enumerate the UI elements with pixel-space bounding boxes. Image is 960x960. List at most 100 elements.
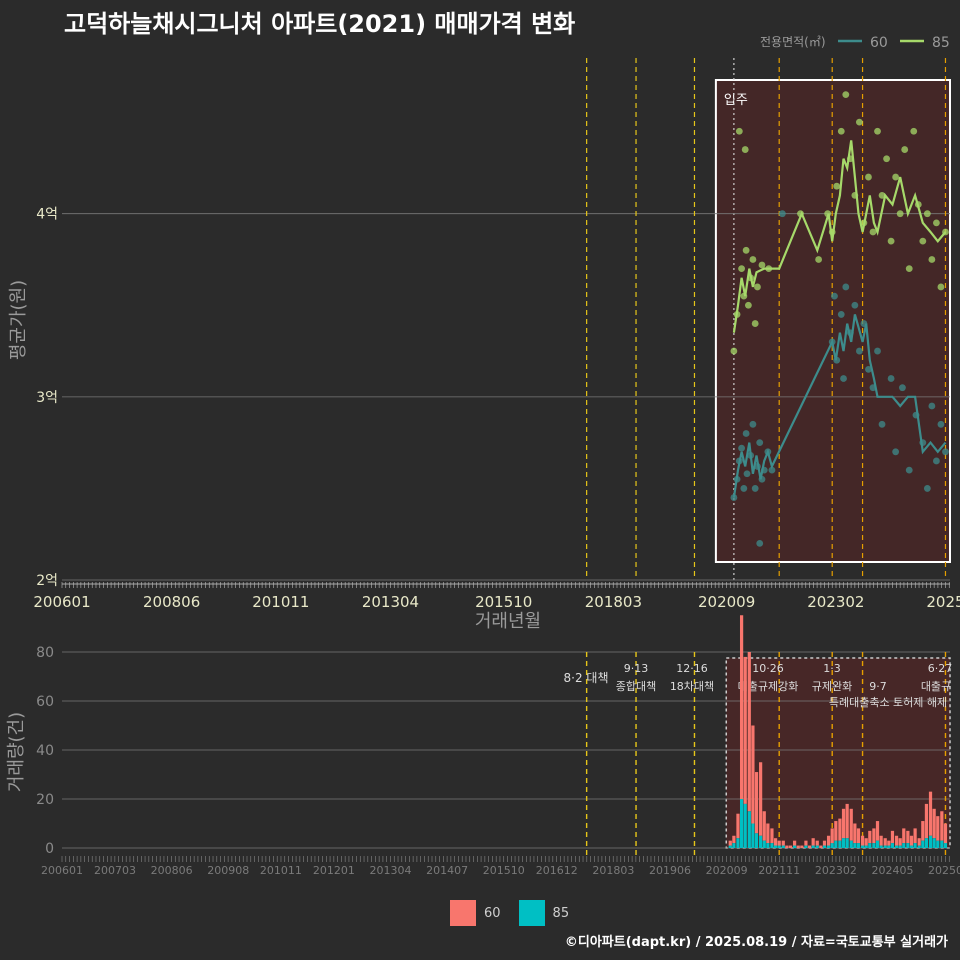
volume-bar-85-32: [849, 840, 853, 848]
price-ytick-1: 3억: [36, 390, 58, 406]
volume-bar-85-20: [804, 845, 808, 848]
price-point-60-21: [840, 375, 847, 382]
volume-xtick-2: 200806: [151, 864, 193, 877]
volume-bar-85-50: [917, 845, 921, 848]
volume-bar-85-22: [811, 845, 815, 848]
price-point-60-29: [874, 347, 881, 355]
price-point-85-19: [837, 127, 845, 135]
volume-bar-60-50: [917, 838, 921, 846]
volume-xtick-9: 201612: [536, 864, 578, 877]
policy-num-3: 10·26: [752, 662, 784, 675]
volume-bar-60-42: [887, 840, 891, 846]
volume-bar-60-4: [743, 656, 747, 804]
volume-bar-85-17: [792, 845, 797, 848]
volume-bar-60-40: [879, 835, 883, 846]
price-point-85-31: [892, 173, 900, 181]
price-point-60-41: [942, 448, 949, 456]
price-point-60-37: [923, 485, 931, 492]
price-xtick-7: 202302: [807, 593, 864, 611]
volume-bar-60-15: [785, 845, 789, 848]
price-point-60-39: [933, 457, 940, 465]
price-x-axis-label: 거래년월: [475, 611, 541, 632]
price-point-60-18: [831, 292, 838, 300]
price-point-85-41: [937, 283, 945, 291]
volume-bar-85-41: [883, 845, 887, 848]
volume-bar-85-31: [845, 838, 849, 848]
volume-xtick-8: 201510: [483, 864, 525, 877]
volume-bar-60-7: [754, 772, 759, 834]
volume-bar-85-44: [894, 845, 899, 848]
price-point-85-25: [865, 173, 872, 181]
volume-bar-85-25: [822, 845, 827, 848]
occupancy-label: 입주: [724, 93, 748, 108]
volume-bar-85-29: [838, 840, 842, 848]
price-point-60-25: [855, 347, 863, 355]
legend-entry-60: 60: [870, 35, 888, 51]
volume-bar-85-14: [781, 845, 785, 848]
volume-xtick-10: 201803: [592, 864, 634, 877]
price-xtick-3: 201304: [362, 593, 419, 611]
volume-bar-60-55: [936, 816, 940, 841]
price-point-85-26: [869, 228, 877, 236]
volume-bar-60-1: [732, 835, 736, 844]
volume-bar-60-21: [807, 845, 812, 848]
price-point-85-0: [730, 347, 738, 355]
volume-bar-60-5: [747, 652, 751, 812]
price-xtick-8: 2025: [926, 593, 960, 611]
volume-xtick-7: 201407: [426, 864, 468, 877]
volume-bar-60-48: [909, 835, 914, 846]
volume-bar-60-43: [890, 830, 895, 844]
price-point-60-33: [899, 384, 906, 392]
volume-ytick-2: 40: [36, 743, 54, 759]
volume-bar-60-34: [856, 828, 861, 844]
volume-bar-60-32: [849, 808, 853, 841]
volume-bar-85-38: [872, 843, 876, 848]
volume-bar-85-56: [940, 840, 944, 848]
price-point-60-22: [842, 283, 850, 291]
volume-bar-60-26: [826, 835, 831, 846]
volume-y-axis-label: 거래량(건): [6, 712, 27, 792]
volume-bar-60-14: [781, 840, 785, 846]
volume-bar-85-51: [921, 840, 925, 848]
volume-bar-85-26: [826, 845, 831, 848]
volume-bar-60-8: [759, 762, 763, 836]
volume-bar-60-18: [796, 845, 800, 848]
volume-bar-60-52: [924, 803, 929, 839]
volume-xtick-15: 202405: [871, 864, 913, 877]
volume-bar-60-11: [770, 828, 774, 844]
price-point-85-29: [883, 155, 890, 163]
volume-bar-60-24: [819, 845, 823, 848]
volume-bar-60-46: [902, 828, 906, 844]
price-point-85-20: [842, 91, 850, 99]
volume-ytick-3: 60: [36, 694, 54, 710]
price-point-85-10: [751, 320, 759, 327]
legend-swatch-85: [518, 900, 545, 926]
volume-bar-85-55: [936, 840, 940, 848]
volume-xtick-11: 201906: [649, 864, 691, 877]
price-point-85-15: [815, 256, 823, 263]
volume-bar-60-31: [845, 803, 849, 839]
price-point-60-6: [743, 470, 751, 478]
price-point-85-12: [758, 261, 766, 269]
volume-bar-60-56: [940, 811, 944, 841]
volume-bar-85-2: [736, 838, 740, 848]
volume-bar-85-0: [728, 845, 732, 848]
price-point-60-4: [740, 485, 748, 492]
volume-bar-60-37: [868, 830, 872, 844]
volume-ytick-4: 80: [36, 645, 54, 661]
price-chart: 입주 2억 3억 4억 200601 200806 201011 201304 201510 20…: [8, 58, 960, 632]
volume-bar-85-10: [766, 843, 770, 848]
price-ytick-0: 2억: [36, 573, 58, 589]
volume-bar-85-43: [890, 843, 895, 848]
price-point-60-8: [749, 420, 757, 428]
volume-bar-85-57: [943, 843, 948, 848]
volume-bar-60-45: [898, 838, 902, 846]
volume-bar-60-53: [928, 791, 933, 836]
volume-bar-60-9: [762, 811, 766, 841]
price-point-85-5: [741, 146, 749, 153]
occupancy-region: [714, 79, 951, 563]
volume-bar-85-3: [739, 799, 744, 848]
price-point-85-23: [855, 118, 863, 126]
price-point-85-18: [833, 182, 841, 190]
volume-bar-60-16: [788, 845, 793, 848]
